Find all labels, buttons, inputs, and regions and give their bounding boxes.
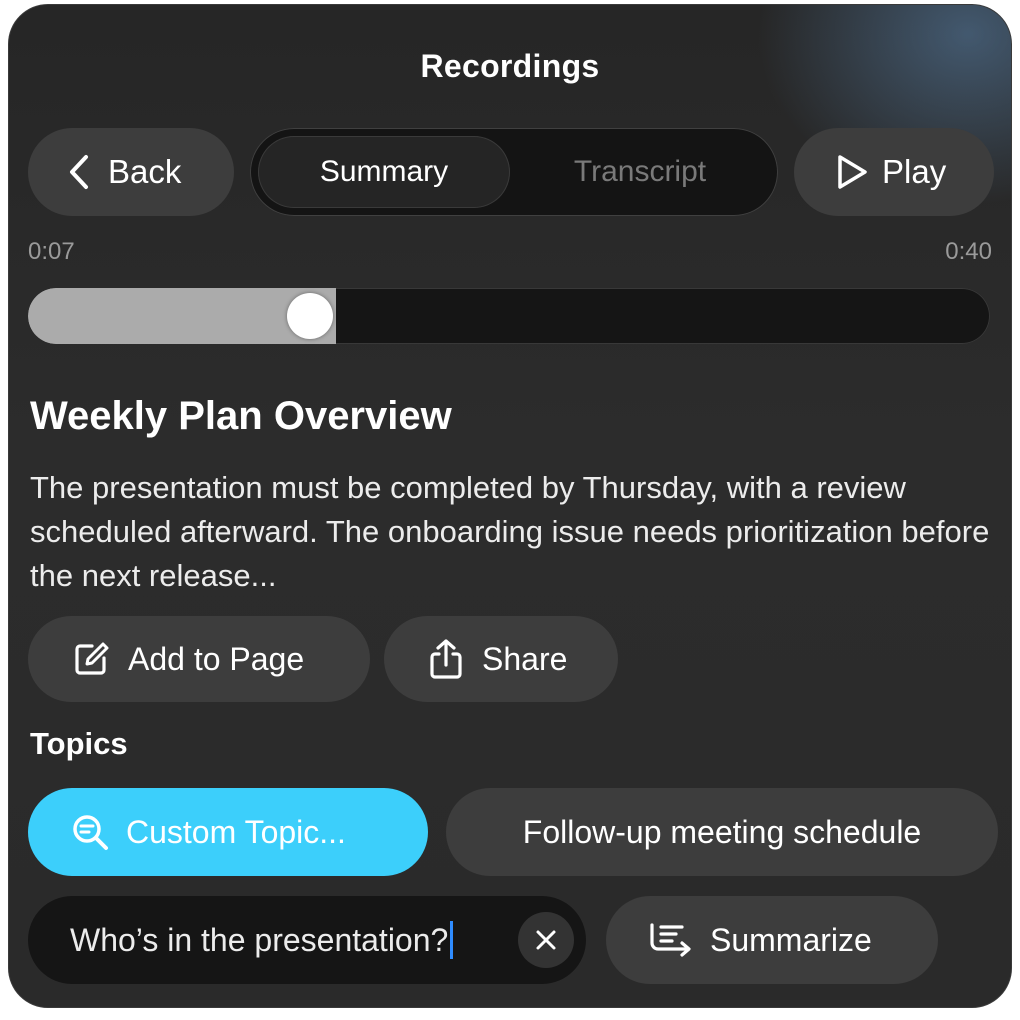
- summarize-button[interactable]: Summarize: [606, 896, 938, 984]
- back-label: Back: [108, 153, 182, 190]
- share-icon: [428, 638, 464, 680]
- back-button[interactable]: Back: [28, 128, 234, 216]
- summarize-label: Summarize: [710, 921, 872, 958]
- play-icon: [836, 154, 868, 190]
- scrubber-thumb[interactable]: [287, 293, 333, 339]
- playback-scrubber[interactable]: [28, 288, 990, 344]
- topic-query-input[interactable]: Who’s in the presentation?: [28, 896, 586, 984]
- share-button[interactable]: Share: [384, 616, 618, 702]
- add-to-page-label: Add to Page: [128, 640, 305, 677]
- chevron-left-icon: [68, 154, 90, 190]
- summary-text: The presentation must be completed by Th…: [30, 470, 990, 593]
- share-label: Share: [482, 640, 568, 677]
- edit-square-icon: [72, 640, 110, 678]
- text-caret: [450, 921, 454, 959]
- clear-input-button[interactable]: [518, 912, 574, 968]
- summary-title: Weekly Plan Overview: [30, 394, 452, 438]
- custom-topic-label: Custom Topic...: [126, 813, 346, 850]
- add-to-page-button[interactable]: Add to Page: [28, 616, 370, 702]
- topics-heading: Topics: [30, 726, 128, 761]
- play-button[interactable]: Play: [794, 128, 994, 216]
- total-time: 0:40: [945, 238, 992, 265]
- view-segmented-control: Summary Transcript: [250, 128, 778, 216]
- custom-topic-chip[interactable]: Custom Topic...: [28, 788, 428, 876]
- tab-summary[interactable]: Summary: [258, 136, 510, 208]
- search-magnifier-icon: [70, 812, 110, 852]
- close-icon: [534, 928, 558, 952]
- recordings-panel: Recordings Back Summary Transcript Play …: [8, 4, 1012, 1008]
- summarize-icon: [648, 921, 694, 959]
- play-label: Play: [882, 153, 947, 190]
- query-value: Who’s in the presentation?: [70, 921, 449, 958]
- current-time: 0:07: [28, 238, 75, 265]
- page-title: Recordings: [420, 48, 600, 84]
- tab-transcript[interactable]: Transcript: [512, 136, 768, 208]
- topic-chip-follow-up[interactable]: Follow-up meeting schedule: [446, 788, 998, 876]
